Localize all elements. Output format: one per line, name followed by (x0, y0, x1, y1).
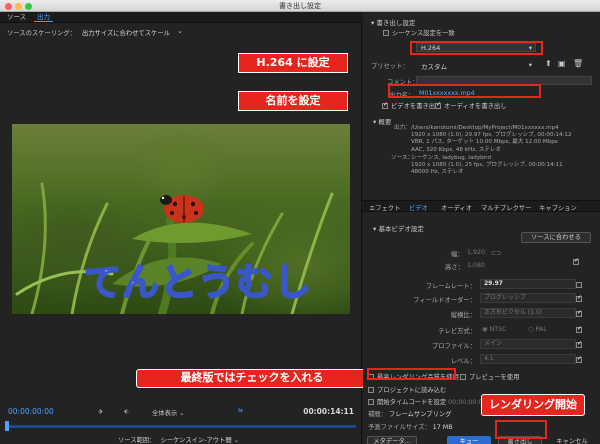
tab-captions[interactable]: キャプション (539, 203, 577, 212)
chevron-down-icon: ▾ (528, 61, 532, 69)
aspect-select[interactable]: 正方形ピクセル (1.0) (480, 308, 576, 318)
profile-checkbox[interactable] (576, 340, 585, 349)
playhead[interactable] (5, 421, 9, 431)
highlight-output-name (388, 84, 541, 98)
framerate-select[interactable]: 29.97 (480, 279, 576, 289)
profile-select[interactable]: メイン (480, 339, 576, 349)
settings-tabs: エフェクト ビデオ オーディオ マルチプレクサー キャプション (363, 200, 600, 212)
save-preset-icon[interactable]: ⬆ (545, 59, 552, 68)
interpolation-row[interactable]: 補間： フレームサンプリング (368, 409, 452, 418)
tab-source[interactable]: ソース (4, 13, 29, 22)
source-scaling: ソースのスケーリング： 出力サイズに合わせてスケール ⌄ (7, 27, 183, 37)
match-sequence-checkbox[interactable] (383, 30, 389, 36)
match-source-button[interactable]: ソースに合わせる (521, 232, 591, 243)
tab-video[interactable]: ビデオ (409, 203, 428, 212)
export-settings-section[interactable]: ▾ 書き出し設定 (371, 17, 415, 27)
basic-video-section[interactable]: ▾ 基本ビデオ設定 (373, 223, 424, 233)
tv-standard-row: テレビ方式： ◉ NTSC ○ PAL (363, 324, 600, 336)
width-label: 幅： (451, 251, 464, 258)
callout-quality: 最終版ではチェックを入れる (136, 369, 368, 388)
field-order-checkbox[interactable] (576, 294, 585, 303)
profile-row: プロファイル： メイン (363, 339, 600, 351)
in-point-icon[interactable]: ⬗ (98, 408, 103, 415)
callout-format: H.264 に設定 (238, 53, 348, 73)
ntsc-radio[interactable]: ◉ NTSC (482, 326, 506, 333)
link-icon[interactable]: ⊂⊃ (491, 250, 502, 257)
aspect-row: 縦横比： 正方形ピクセル (1.0) (363, 308, 600, 320)
width-value[interactable]: 1,920 (467, 249, 485, 256)
use-preview-row[interactable]: プレビューを使用 (460, 372, 519, 381)
preset-select[interactable]: カスタム ▾ (416, 60, 536, 71)
level-checkbox[interactable] (576, 355, 585, 364)
caption-text: てんとうむし (83, 260, 312, 305)
source-range: ソース範囲： シーケンスイン-アウト間 ⌄ (118, 437, 239, 444)
tab-multiplexer[interactable]: マルチプレクサー (481, 203, 531, 212)
delete-preset-icon[interactable]: 🗑 (573, 59, 583, 68)
duration-timecode: 00:00:14:11 (303, 407, 354, 416)
chevron-down-icon[interactable]: ⌄ (177, 27, 183, 35)
video-preview: てんとうむし (12, 124, 350, 314)
output-summary: /Users/kanotomi/Desktop/MyProject/M01xxx… (411, 125, 572, 153)
height-value[interactable]: 1,080 (467, 262, 485, 269)
export-video-row[interactable]: ビデオを書き出し (382, 101, 441, 110)
tab-audio[interactable]: オーディオ (441, 203, 472, 212)
scaling-label: ソースのスケーリング： (7, 30, 76, 37)
range-select[interactable]: シーケンスイン-アウト間 (160, 437, 231, 444)
zoom-select[interactable]: 全体表示 ⌄ (152, 408, 184, 417)
source-output-tabs: ソース 出力 (0, 12, 362, 23)
export-video-checkbox[interactable] (382, 101, 388, 109)
start-tc-checkbox[interactable] (368, 399, 374, 405)
current-timecode[interactable]: 00:00:00:00 (8, 407, 54, 416)
range-label: ソース範囲： (118, 437, 156, 444)
match-sequence-row[interactable]: シーケンス設定を一致 (383, 28, 455, 37)
framerate-checkbox[interactable] (576, 281, 585, 289)
cancel-button[interactable]: キャンセル (550, 436, 594, 444)
start-tc-row[interactable]: 開始タイムコードを設定 00;00;00;00 (368, 397, 487, 406)
window-titlebar: 書き出し設定 (0, 0, 600, 12)
import-project-row[interactable]: プロジェクトに読み込む (368, 385, 446, 394)
timeline: 00:00:00:00 ⬗ ⬖ 全体表示 ⌄ ⇆ 00:00:14:11 ソース… (0, 404, 362, 444)
import-preset-icon[interactable]: ▣ (558, 59, 566, 68)
framerate-row: フレームレート： 29.97 (363, 279, 600, 291)
use-preview-checkbox[interactable] (460, 374, 466, 380)
field-order-row: フィールドオーダー： プログレッシブ (363, 293, 600, 305)
preset-label: プリセット： (371, 63, 409, 70)
highlight-format (410, 41, 543, 55)
export-audio-checkbox[interactable] (435, 101, 441, 109)
aspect-checkbox[interactable] (576, 309, 585, 318)
scaling-select[interactable]: 出力サイズに合わせてスケール (82, 30, 170, 37)
window-title: 書き出し設定 (279, 2, 321, 10)
tv-standard-checkbox[interactable] (576, 325, 585, 334)
summary-section[interactable]: ▾ 概要 (373, 116, 391, 126)
level-select[interactable]: 4.1 (480, 354, 576, 364)
pal-radio[interactable]: ○ PAL (528, 326, 547, 333)
preview-panel: ソース 出力 ソースのスケーリング： 出力サイズに合わせてスケール ⌄ てんとう… (0, 12, 368, 444)
callout-render: レンダリング開始 (481, 394, 585, 416)
height-label: 高さ： (445, 264, 464, 271)
queue-button[interactable]: キュー (447, 436, 491, 444)
field-order-select[interactable]: プログレッシブ (480, 293, 576, 303)
width-checkbox[interactable] (573, 257, 582, 266)
source-summary-label: ソース： (391, 155, 414, 161)
highlight-max-quality (367, 368, 456, 380)
timeline-track[interactable] (5, 421, 356, 431)
highlight-export (495, 420, 547, 439)
tab-output[interactable]: 出力 (34, 13, 53, 22)
fit-icon[interactable]: ⇆ (238, 407, 243, 414)
filesize-row: 予測ファイルサイズ： 17 MB (368, 424, 453, 431)
callout-name: 名前を設定 (238, 91, 348, 111)
tab-effects[interactable]: エフェクト (369, 203, 400, 212)
output-summary-label: 出力： (394, 125, 411, 131)
metadata-button[interactable]: メタデータ... (367, 436, 417, 444)
export-audio-row[interactable]: オーディオを書き出し (435, 101, 507, 110)
source-summary: シーケンス, ladybug, ladybird 1920 x 1080 (1.… (411, 155, 563, 176)
out-point-icon[interactable]: ⬖ (124, 408, 129, 415)
import-project-checkbox[interactable] (368, 387, 374, 393)
level-row: レベル： 4.1 (363, 354, 600, 366)
